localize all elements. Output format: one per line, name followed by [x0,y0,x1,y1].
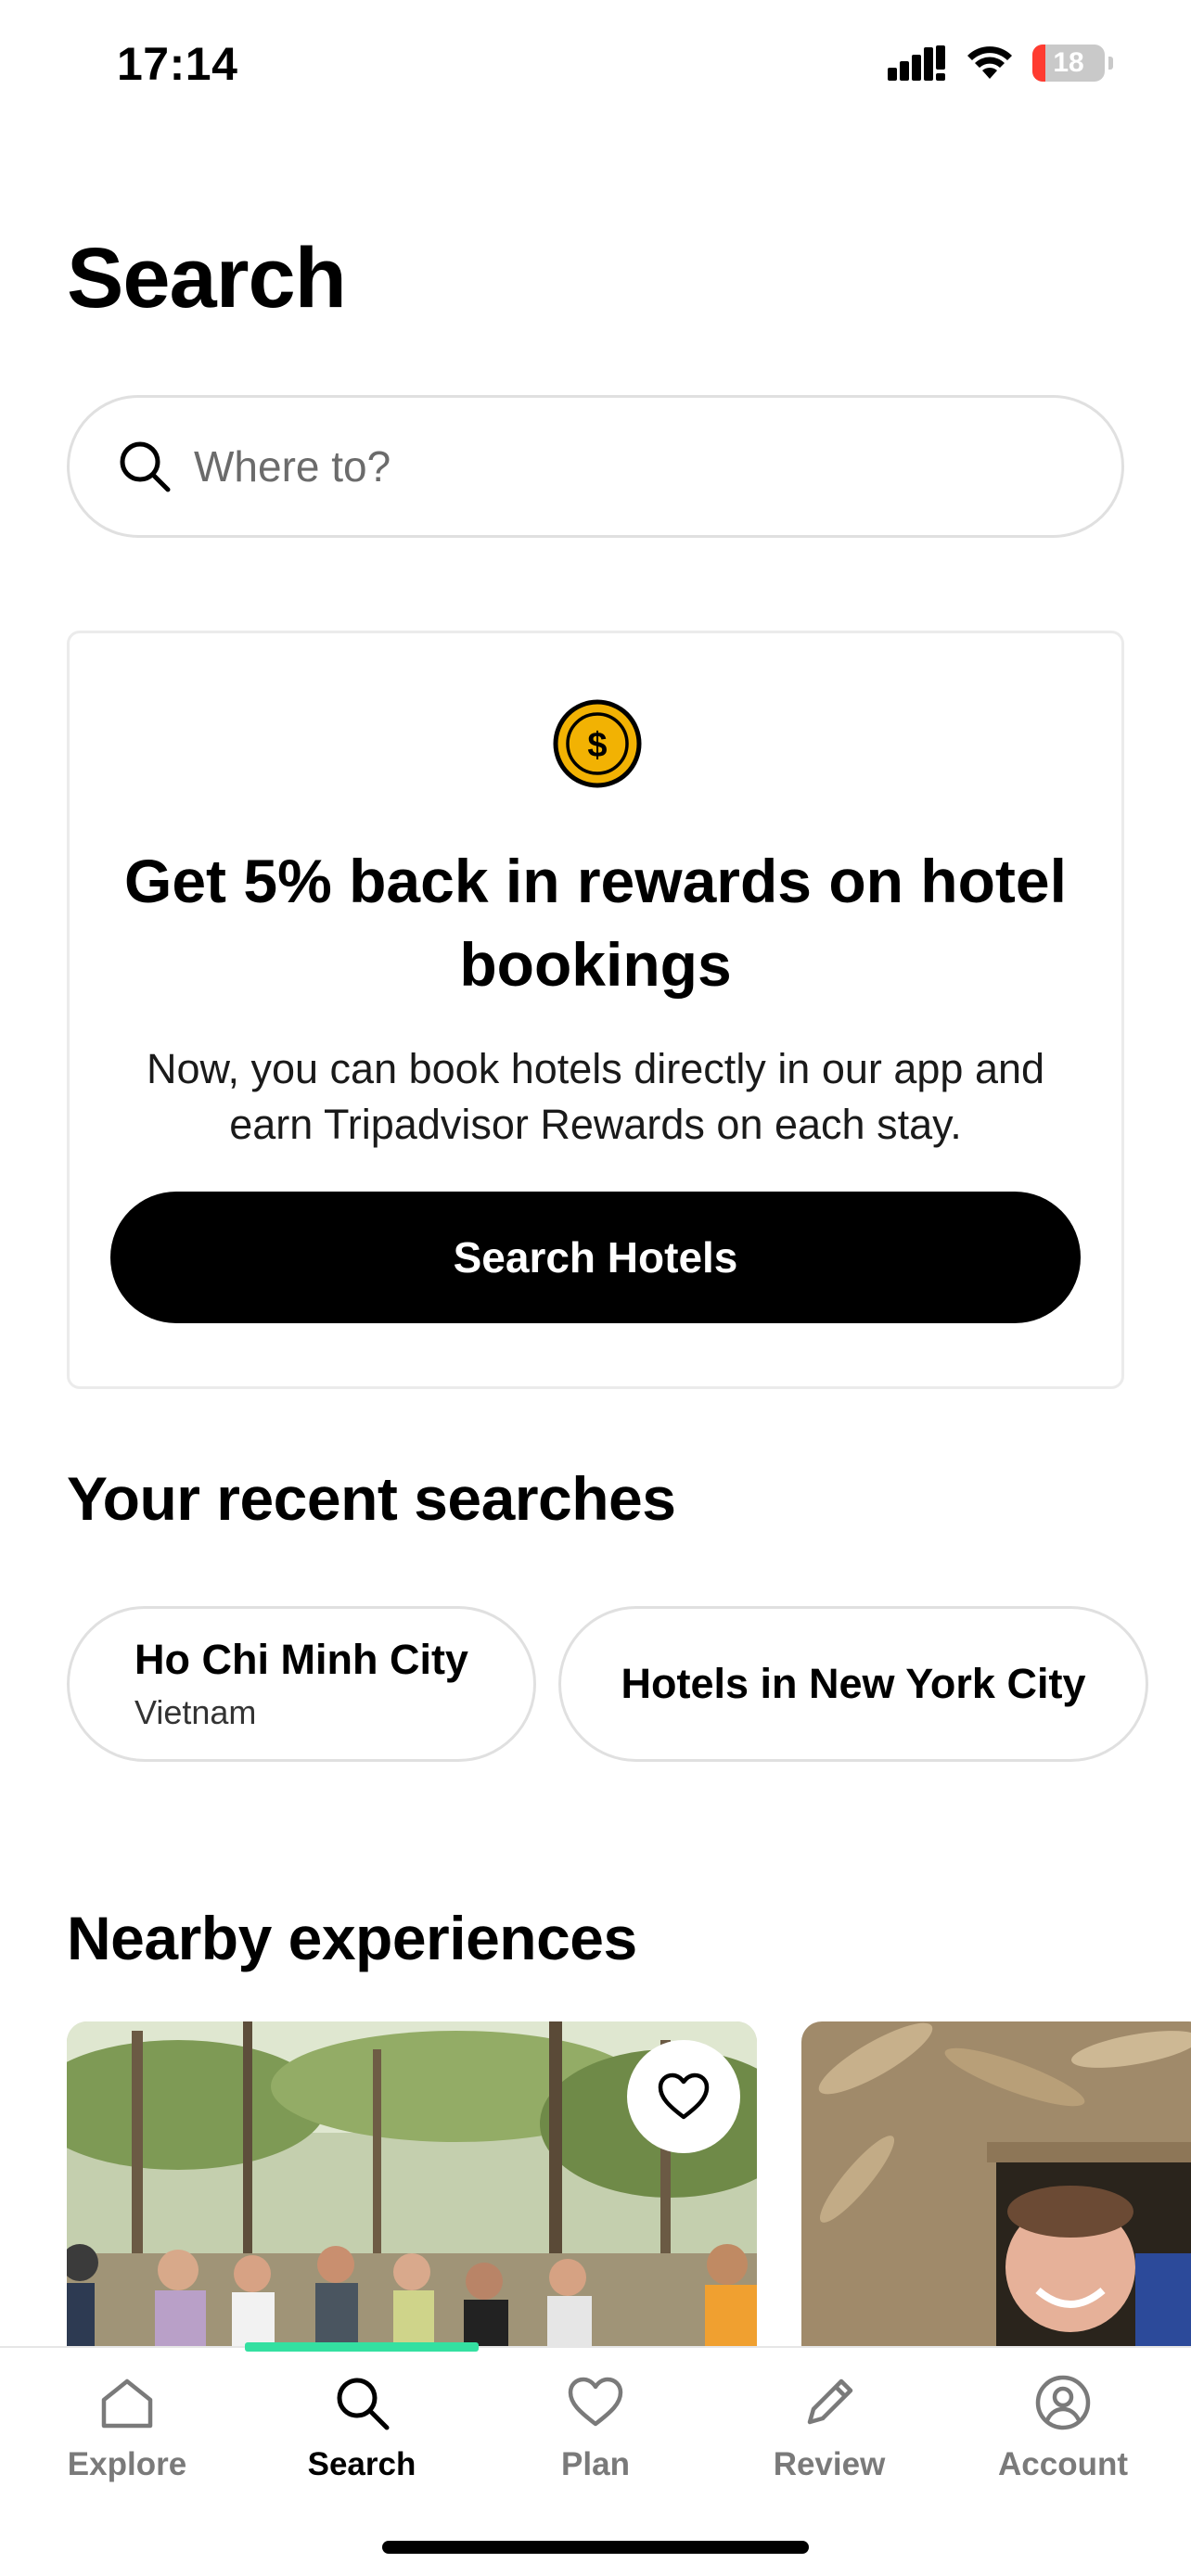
battery-percent: 18 [1053,47,1084,78]
recent-search-subtitle: Vietnam [134,1693,257,1731]
tab-search[interactable]: Search [246,2372,478,2483]
battery-level-fill [1032,45,1046,82]
recent-search-chip[interactable]: Hotels in New York City [558,1606,1148,1762]
experience-card[interactable] [67,2021,757,2346]
tab-label: Account [998,2446,1128,2482]
recent-search-chip[interactable]: Ho Chi Minh City Vietnam [67,1606,536,1762]
recent-search-title: Hotels in New York City [621,1660,1086,1707]
coin-icon: $ [553,699,642,788]
wifi-icon [967,46,1012,79]
active-tab-indicator [245,2342,479,2352]
pencil-icon [807,2378,853,2425]
recent-search-title: Ho Chi Minh City [134,1636,468,1683]
tab-explore[interactable]: Explore [11,2372,243,2483]
tab-label: Explore [67,2446,187,2482]
coin-symbol: $ [587,726,607,765]
search-hotels-button[interactable]: Search Hotels [110,1192,1081,1323]
promo-heading: Get 5% back in rewards on hotel bookings [124,847,1067,999]
page-title: Search [67,231,347,325]
search-icon [116,438,173,495]
experience-photo [801,2021,1191,2346]
search-input[interactable] [194,441,1029,491]
recent-searches-title: Your recent searches [67,1464,676,1533]
battery-tip [1108,57,1113,70]
tab-review[interactable]: Review [713,2372,945,2483]
status-bar: 17:14 18 [0,0,1191,130]
heart-icon [568,2377,623,2427]
search-icon [337,2378,390,2430]
home-indicator[interactable] [382,2541,809,2554]
tab-plan[interactable]: Plan [480,2372,711,2483]
account-icon [1035,2375,1091,2430]
tab-label: Plan [561,2446,630,2482]
promo-body: Now, you can book hotels directly in our… [146,1045,1045,1148]
tab-label: Review [773,2446,886,2482]
status-icons: 18 [888,45,1113,82]
status-time: 17:14 [117,38,238,90]
experience-card[interactable] [801,2021,1191,2346]
home-icon [101,2378,153,2429]
rewards-promo-card: $ Get 5% back in rewards on hotel bookin… [67,631,1124,1389]
cellular-signal-icon [888,45,945,81]
save-favorite-button[interactable] [627,2040,740,2153]
heart-icon [658,2072,710,2120]
tab-label: Search [307,2446,416,2482]
tab-account[interactable]: Account [947,2372,1179,2483]
battery-icon: 18 [1032,45,1105,82]
search-bar[interactable] [67,395,1124,538]
nearby-experiences-title: Nearby experiences [67,1904,637,1972]
